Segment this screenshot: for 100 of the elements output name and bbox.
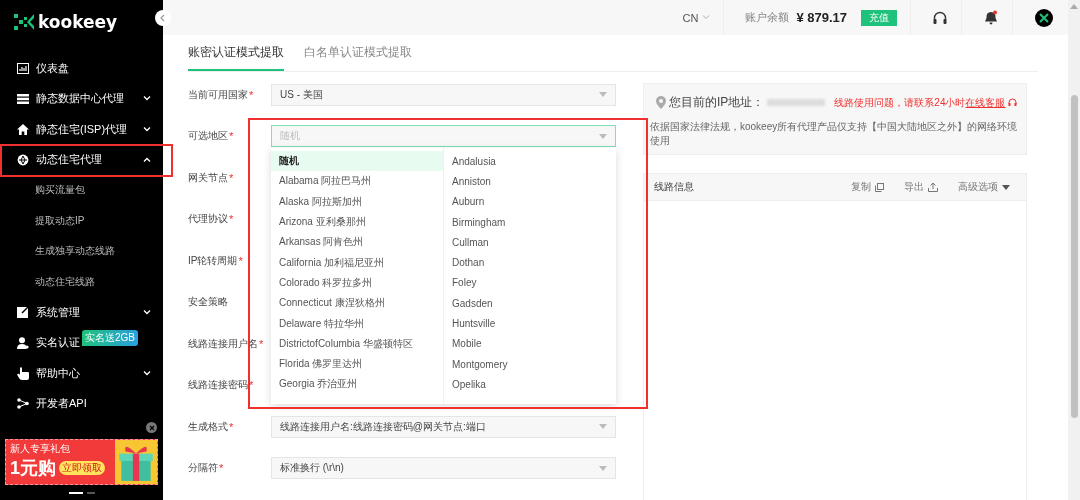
select-field[interactable]: 线路连接用户名:线路连接密码@网关节点:端口 [271,415,616,438]
dropdown-option[interactable]: Opelika [444,374,616,395]
dropdown-option[interactable]: Alabama 阿拉巴马州 [271,171,443,192]
user-icon [17,336,29,349]
field-label: 生成格式 [188,419,228,434]
home-icon [17,123,29,135]
location-pin-icon [656,96,666,109]
sidebar-item[interactable]: 帮助中心 [0,358,163,389]
required-mark: * [229,130,234,143]
headset-icon[interactable] [933,10,947,25]
caret-icon [1002,184,1010,190]
balance-label: 账户余额 [745,10,790,25]
language-select[interactable]: CN [682,11,711,24]
dropdown-option[interactable]: 随机 [271,151,443,172]
required-mark: * [219,462,224,475]
sidebar-item[interactable]: 开发者API [0,388,163,419]
chevron-icon [143,370,151,376]
toolbar-button[interactable]: 高级选项 [950,180,1010,194]
dropdown-option[interactable]: Delaware 特拉华州 [271,313,443,334]
globe-icon [17,153,29,166]
sidebar-item[interactable]: 仪表盘 [0,53,163,84]
chevron-icon [143,157,151,163]
edit-icon [17,306,29,319]
tab[interactable]: 账密认证模式提取 [188,44,284,71]
support-link[interactable]: 在线客服 [965,96,1006,108]
blurred-ip [767,99,826,106]
scroll-up-icon [1070,4,1078,9]
dropdown-option[interactable]: California 加利福尼亚州 [271,252,443,273]
scrollbar[interactable] [1068,0,1080,500]
dropdown-option[interactable]: Alaska 阿拉斯加州 [271,191,443,212]
field-label: IP轮转周期 [188,253,238,268]
required-mark: * [229,171,234,184]
caret-icon [599,465,607,471]
dropdown-option[interactable]: DistrictofColumbia 华盛顿特区 [271,333,443,354]
dropdown-option[interactable]: Arkansas 阿肯色州 [271,232,443,253]
field-label: 网关节点 [188,170,228,185]
notice-text: 线路使用问题，请联系24小时在线客服 [834,95,1006,110]
select-field[interactable]: 标准换行 (\r\n) [271,457,616,480]
sidebar-subitem[interactable]: 生成独享动态线路 [0,236,163,267]
dropdown-option[interactable]: Connecticut 康涅狄格州 [271,293,443,314]
dropdown-option[interactable]: Cullman [444,232,616,253]
sidebar-item[interactable]: 静态数据中心代理 [0,83,163,114]
balance-amount: ¥ 879.17 [796,10,847,25]
sidebar-subitem[interactable]: 提取动态IP [0,205,163,236]
field-label: 可选地区 [188,129,228,144]
list-icon [17,93,29,104]
dropdown-option[interactable]: Auburn [444,191,616,212]
sidebar-subitem[interactable]: 购买流量包 [0,175,163,206]
select-field[interactable]: US - 美国 [271,83,616,106]
tab[interactable]: 白名单认证模式提取 [304,44,412,71]
chevron-left-icon [159,14,167,22]
field-label: 代理协议 [188,212,228,227]
field-label: 安全策略 [188,295,228,310]
dropdown-option[interactable]: Arizona 亚利桑那州 [271,211,443,233]
avatar-icon[interactable] [1035,8,1053,27]
upload-icon [928,182,938,192]
toolbar-button[interactable]: 导出 [896,180,938,194]
required-mark: * [249,88,254,101]
logo-icon [14,14,34,30]
chevron-down-icon [702,15,711,20]
headset-icon [1008,98,1018,107]
required-mark: * [259,337,264,350]
dropdown-option[interactable]: Colorado 科罗拉多州 [271,272,443,294]
banner-title: 新人专享礼包 [10,442,71,456]
network-icon [17,398,29,410]
sidebar-item[interactable]: 动态住宅代理 [0,144,163,175]
chevron-icon [143,309,151,315]
sidebar-item[interactable]: 静态住宅(ISP)代理 [0,114,163,145]
caret-icon [599,133,607,139]
collapse-button[interactable] [155,10,171,26]
gift-drawing [115,440,157,484]
dropdown-option[interactable]: Andalusia [444,151,616,172]
dropdown-option[interactable]: Huntsville [444,313,616,334]
dropdown-option[interactable]: Mobile [444,333,616,354]
toolbar-button[interactable]: 复制 [843,180,884,194]
description-text: 依据国家法律法规，kookeey所有代理产品仅支持【中国大陆地区之外】的网络环境使用 [650,120,1019,148]
chevron-icon [143,96,151,102]
sidebar-subitem[interactable]: 动态住宅线路 [0,266,163,297]
dropdown-option[interactable]: Montgomery [444,353,616,375]
dropdown-option[interactable]: Florida 佛罗里达州 [271,353,443,375]
dropdown-option[interactable]: Gadsden [444,293,616,314]
caret-icon [599,92,607,98]
close-icon[interactable] [146,422,157,433]
sidebar-item[interactable]: 系统管理 [0,297,163,328]
chevron-icon [143,126,151,132]
dropdown-option[interactable]: Birmingham [444,211,616,233]
dropdown-option[interactable]: Anniston [444,171,616,192]
dropdown-option[interactable]: Georgia 乔治亚州 [271,374,443,395]
required-mark: * [229,213,234,226]
claim-button[interactable]: 立即领取 [59,461,105,475]
dropdown-option[interactable]: Dothan [444,252,616,273]
dropdown-option[interactable]: Foley [444,272,616,294]
notification-bell-icon[interactable] [984,10,998,25]
promo-banner[interactable]: 新人专享礼包 1元购 立即领取 [5,439,158,485]
field-label: 当前可用国家 [188,87,248,102]
caret-icon [599,424,607,430]
required-mark: * [238,254,243,267]
logo-text: kookeey [38,12,118,32]
field-label: 分隔符 [188,461,218,476]
sidebar-item[interactable]: 实名认证 实名送2GB [0,327,163,358]
